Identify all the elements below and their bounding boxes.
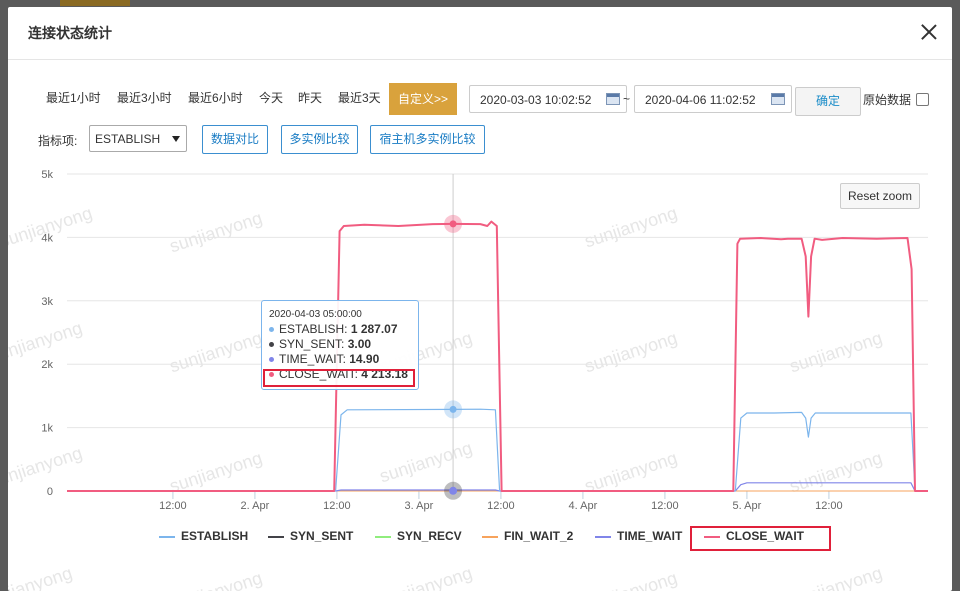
legend-line-icon — [268, 535, 284, 538]
legend-highlight-box — [690, 526, 831, 551]
legend-label: SYN_SENT — [290, 529, 354, 543]
legend-item-fin-wait-2[interactable]: FIN_WAIT_2 — [482, 529, 573, 545]
y-tick-label: 2k — [41, 359, 53, 371]
y-tick-label: 4k — [41, 232, 53, 244]
chart-tooltip: 2020-04-03 05:00:00 ESTABLISH: 1 287.07 … — [261, 300, 419, 390]
y-tick-label: 3k — [41, 296, 53, 308]
legend-item-establish[interactable]: ESTABLISH — [159, 529, 248, 545]
x-tick-label: 12:00 — [815, 500, 843, 512]
x-tick-label: 12:00 — [323, 500, 351, 512]
tooltip-highlight-box — [263, 369, 415, 387]
y-tick-label: 0 — [47, 486, 53, 498]
tooltip-series-name: TIME_WAIT — [279, 352, 343, 366]
x-tick-label: 12:00 — [159, 500, 187, 512]
legend-label: ESTABLISH — [181, 529, 249, 543]
series-line-time-wait[interactable] — [67, 482, 928, 492]
tooltip-series-value: 1 287.07 — [350, 322, 398, 336]
x-tick-label: 12:00 — [651, 500, 679, 512]
backdrop-strip — [60, 0, 130, 6]
legend-line-icon — [375, 535, 391, 538]
tooltip-row-syn-sent: SYN_SENT: 3.00 — [269, 337, 418, 352]
x-tick-label: 5. Apr — [733, 500, 762, 512]
hover-point-time-wait — [449, 486, 458, 495]
tooltip-series-value: 3.00 — [347, 337, 372, 351]
legend-item-syn-recv[interactable]: SYN_RECV — [375, 529, 462, 545]
legend-line-icon — [482, 535, 498, 538]
legend-label: TIME_WAIT — [617, 529, 683, 543]
series-dot-icon — [269, 342, 274, 348]
tooltip-row-time-wait: TIME_WAIT: 14.90 — [269, 352, 418, 367]
series-dot-icon — [269, 327, 274, 333]
connection-state-chart[interactable]: 0 1k 2k 3k 4k 5k 12:00 2. Apr 12:00 3. Apr 12:00 4.… — [8, 7, 952, 591]
legend-item-syn-sent[interactable]: SYN_SENT — [268, 529, 353, 545]
tooltip-series-value: 14.90 — [349, 352, 380, 366]
series-dot-icon — [269, 357, 274, 363]
x-tick-label: 3. Apr — [405, 500, 434, 512]
reset-zoom-button[interactable]: Reset zoom — [840, 183, 920, 209]
y-tick-label: 5k — [41, 169, 53, 181]
tooltip-row-establish: ESTABLISH: 1 287.07 — [269, 322, 418, 337]
legend-line-icon — [159, 535, 175, 538]
tooltip-date: 2020-04-03 05:00:00 — [269, 309, 362, 320]
x-tick-label: 4. Apr — [569, 500, 598, 512]
tooltip-series-name: SYN_SENT — [279, 337, 342, 351]
legend-item-time-wait[interactable]: TIME_WAIT — [595, 529, 682, 545]
connection-stats-modal: 连接状态统计 sunjianyong sunjianyong sunjianyong… — [8, 7, 952, 591]
hover-point-close-wait — [449, 220, 457, 228]
legend-label: SYN_RECV — [397, 529, 462, 543]
x-tick-label: 2. Apr — [241, 500, 270, 512]
x-tick-label: 12:00 — [487, 500, 515, 512]
legend-line-icon — [595, 535, 611, 538]
hover-point-establish — [449, 405, 457, 413]
legend-label: FIN_WAIT_2 — [504, 529, 574, 543]
y-tick-label: 1k — [41, 423, 53, 435]
series-line-establish[interactable] — [67, 408, 928, 492]
tooltip-series-name: ESTABLISH — [279, 322, 345, 336]
